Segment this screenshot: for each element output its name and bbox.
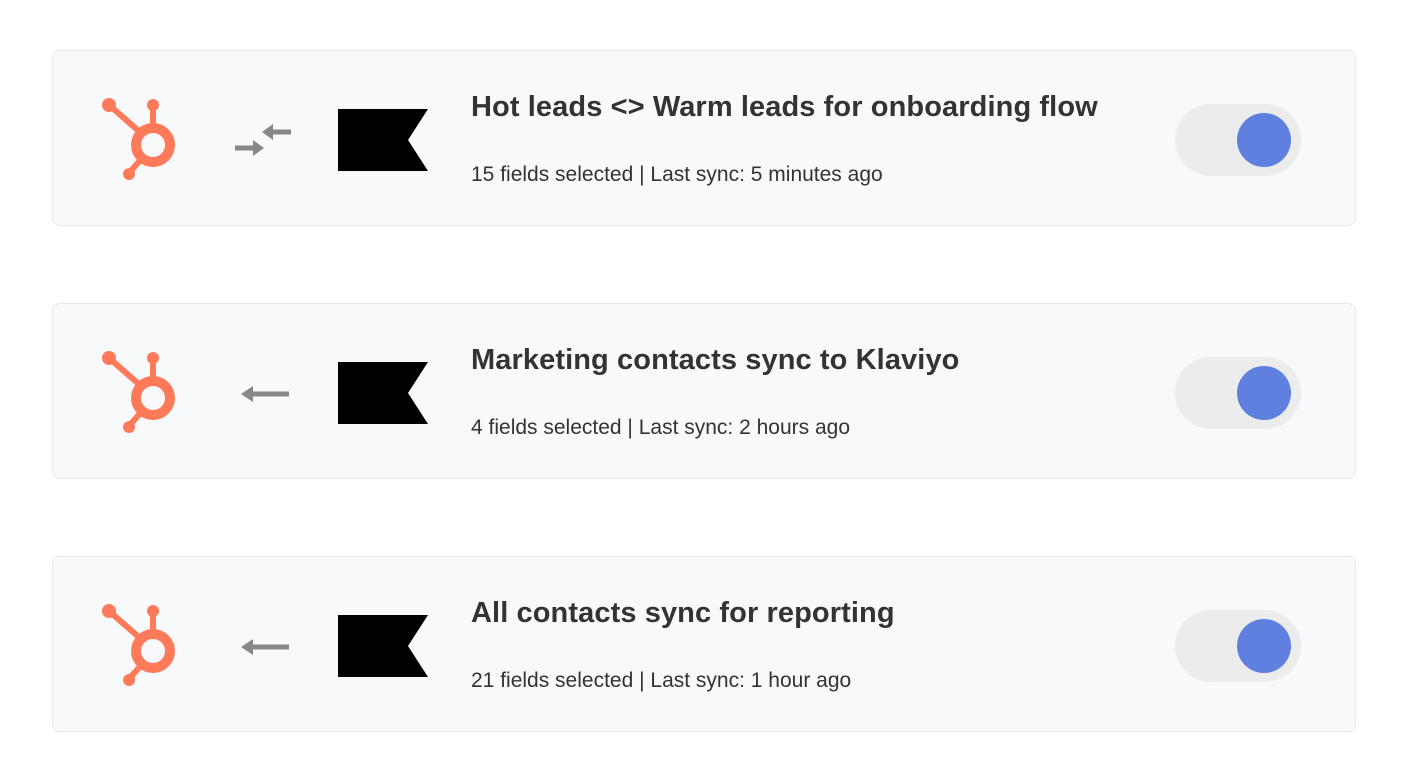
sync-enabled-toggle[interactable]	[1175, 104, 1301, 176]
toggle-knob	[1237, 113, 1291, 167]
sync-card[interactable]: Hot leads <> Warm leads for onboarding f…	[52, 50, 1356, 226]
klaviyo-flag-logo-icon	[338, 615, 428, 677]
sync-card[interactable]: Marketing contacts sync to Klaviyo 4 fie…	[52, 303, 1356, 479]
sync-list: Hot leads <> Warm leads for onboarding f…	[0, 0, 1411, 780]
hubspot-logo-icon	[102, 98, 175, 180]
arrow-left-icon	[241, 386, 289, 402]
sync-enabled-toggle[interactable]	[1175, 610, 1301, 682]
sync-meta: 21 fields selected | Last sync: 1 hour a…	[471, 669, 852, 692]
sync-meta: 15 fields selected | Last sync: 5 minute…	[471, 163, 883, 186]
toggle-knob	[1237, 619, 1291, 673]
sync-title: All contacts sync for reporting	[471, 597, 895, 629]
sync-title: Hot leads <> Warm leads for onboarding f…	[471, 91, 1098, 123]
hubspot-logo-icon	[102, 604, 175, 686]
toggle-knob	[1237, 366, 1291, 420]
hubspot-logo-icon	[102, 351, 175, 433]
sync-meta: 4 fields selected | Last sync: 2 hours a…	[471, 416, 851, 439]
klaviyo-flag-logo-icon	[338, 109, 428, 171]
bidirectional-arrows-icon	[235, 124, 291, 156]
sync-enabled-toggle[interactable]	[1175, 357, 1301, 429]
sync-card[interactable]: All contacts sync for reporting 21 field…	[52, 556, 1356, 732]
sync-title: Marketing contacts sync to Klaviyo	[471, 344, 960, 376]
arrow-left-icon	[241, 639, 289, 655]
klaviyo-flag-logo-icon	[338, 362, 428, 424]
